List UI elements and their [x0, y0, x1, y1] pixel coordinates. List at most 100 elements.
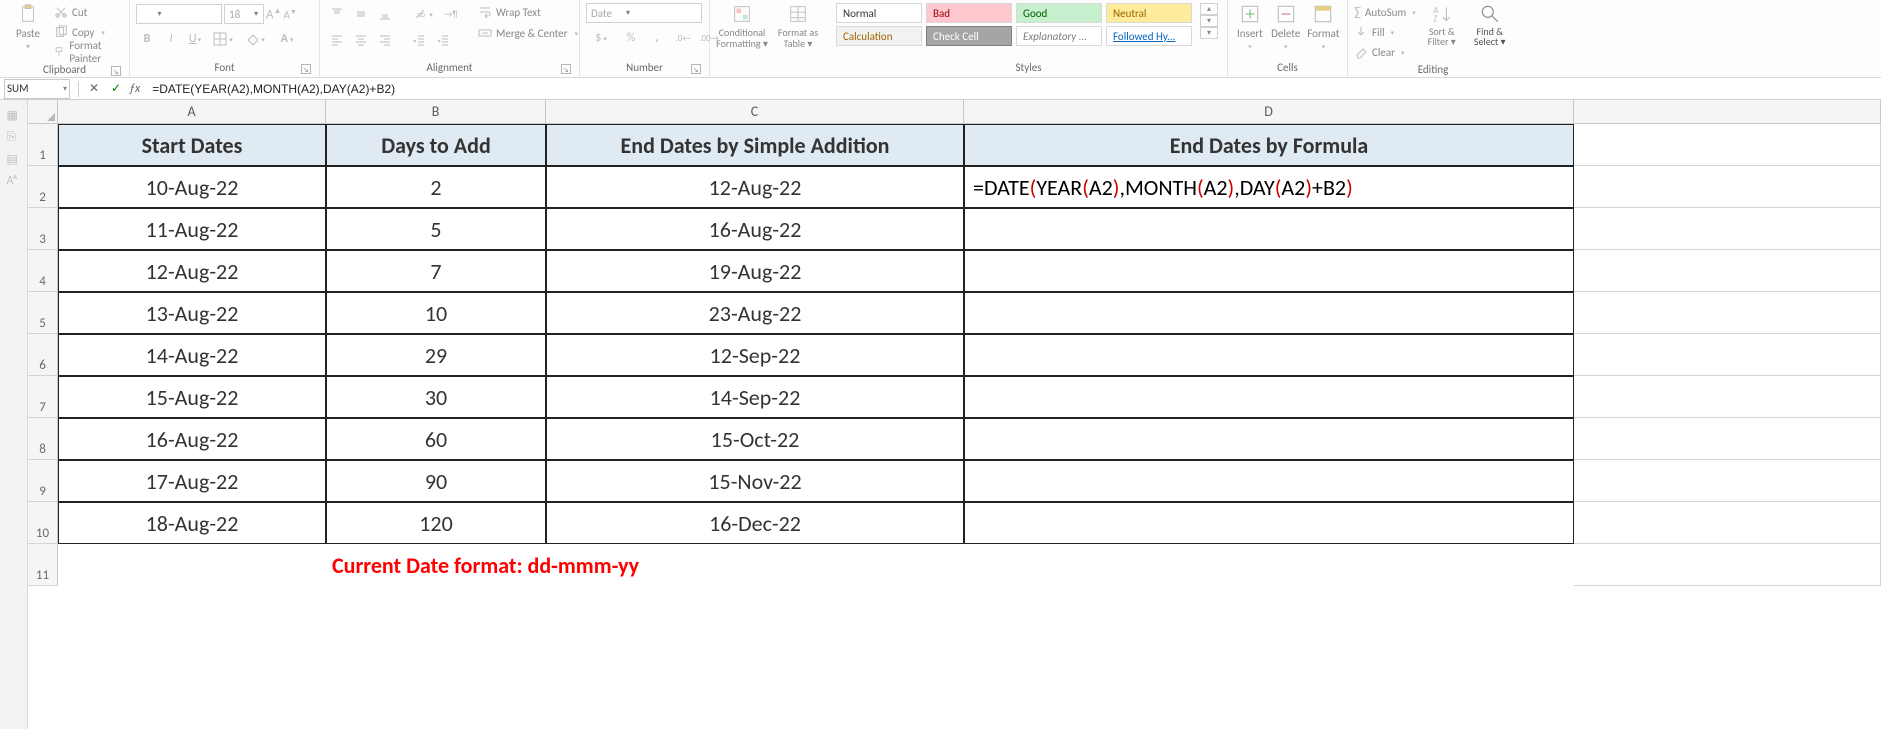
number-dialog-launcher[interactable] [691, 64, 701, 74]
style-bad[interactable]: Bad [926, 3, 1012, 23]
align-center-button[interactable] [350, 29, 372, 51]
col-header-A[interactable]: A [58, 100, 326, 123]
row-header[interactable]: 2 [28, 166, 58, 208]
accounting-button[interactable]: $ [586, 27, 616, 49]
cell-D3[interactable] [964, 208, 1574, 250]
cell-C5[interactable]: 23-Aug-22 [546, 292, 964, 334]
col-header-D[interactable]: D [964, 100, 1574, 123]
cell-D8[interactable] [964, 418, 1574, 460]
row-header[interactable]: 7 [28, 376, 58, 418]
cell-D10[interactable] [964, 502, 1574, 544]
style-good[interactable]: Good [1016, 3, 1102, 23]
align-middle-button[interactable] [350, 3, 372, 25]
cell-rest[interactable] [1574, 334, 1881, 376]
cell-rest[interactable] [1574, 292, 1881, 334]
cell-A6[interactable]: 14-Aug-22 [58, 334, 326, 376]
cell-rest[interactable] [1574, 208, 1881, 250]
autosum-button[interactable]: ∑AutoSum▾ [1354, 3, 1416, 21]
cell-rest[interactable] [1574, 124, 1881, 166]
col-header-rest[interactable] [1574, 100, 1881, 123]
font-dialog-launcher[interactable] [301, 64, 311, 74]
fill-button[interactable]: Fill▾ [1354, 23, 1416, 41]
cell-rest[interactable] [1574, 502, 1881, 544]
fill-color-button[interactable] [240, 28, 270, 50]
font-size-combo[interactable]: 18 [224, 4, 264, 24]
format-as-table-button[interactable]: Format asTable ▾ [772, 3, 824, 49]
cell-D9[interactable] [964, 460, 1574, 502]
bold-button[interactable]: B [136, 28, 158, 50]
merge-center-button[interactable]: Merge & Center▾ [478, 24, 588, 42]
cancel-formula-button[interactable]: ✕ [83, 79, 105, 99]
cell-B8[interactable]: 60 [326, 418, 546, 460]
cell-rest[interactable] [1574, 166, 1881, 208]
find-select-button[interactable]: Find &Select ▾ [1468, 3, 1512, 47]
style-check-cell[interactable]: Check Cell [926, 26, 1012, 46]
row-header[interactable]: 6 [28, 334, 58, 376]
cell-C9[interactable]: 15-Nov-22 [546, 460, 964, 502]
cell-A1[interactable]: Start Dates [58, 124, 326, 166]
cell-D2[interactable]: =DATE(YEAR(A2),MONTH(A2),DAY(A2)+B2) [964, 166, 1574, 208]
underline-button[interactable]: U▾ [184, 28, 206, 50]
enter-formula-button[interactable]: ✓ [105, 79, 127, 99]
clipboard-dialog-launcher[interactable] [111, 66, 121, 76]
formula-input[interactable] [146, 82, 1881, 96]
cell-D5[interactable] [964, 292, 1574, 334]
cell-rest[interactable] [1574, 376, 1881, 418]
cell-C7[interactable]: 14-Sep-22 [546, 376, 964, 418]
cell-B9[interactable]: 90 [326, 460, 546, 502]
cell-A5[interactable]: 13-Aug-22 [58, 292, 326, 334]
cell-D6[interactable] [964, 334, 1574, 376]
format-cells-button[interactable]: Format▾ [1306, 3, 1341, 51]
row-header[interactable]: 10 [28, 502, 58, 544]
cell-A11[interactable] [58, 544, 326, 586]
delete-cells-button[interactable]: Delete▾ [1270, 3, 1302, 51]
orientation-button[interactable]: ab [408, 3, 438, 25]
align-right-button[interactable] [374, 29, 396, 51]
select-all-corner[interactable] [28, 100, 58, 123]
font-name-combo[interactable] [136, 4, 222, 24]
sort-filter-button[interactable]: AZ Sort &Filter ▾ [1420, 3, 1464, 47]
font-color-button[interactable]: A [272, 28, 302, 50]
row-header[interactable]: 1 [28, 124, 58, 166]
cell-A4[interactable]: 12-Aug-22 [58, 250, 326, 292]
increase-decimal-button[interactable]: .0← [672, 27, 694, 49]
cell-A10[interactable]: 18-Aug-22 [58, 502, 326, 544]
cell-A9[interactable]: 17-Aug-22 [58, 460, 326, 502]
cell-rest[interactable] [1574, 460, 1881, 502]
paste-button[interactable]: Paste ▾ [6, 3, 50, 52]
cell-A8[interactable]: 16-Aug-22 [58, 418, 326, 460]
cell-C8[interactable]: 15-Oct-22 [546, 418, 964, 460]
cell-D1[interactable]: End Dates by Formula [964, 124, 1574, 166]
name-box[interactable]: SUM [4, 79, 70, 99]
col-header-C[interactable]: C [546, 100, 964, 123]
alignment-dialog-launcher[interactable] [561, 64, 571, 74]
cell-D4[interactable] [964, 250, 1574, 292]
cell-B3[interactable]: 5 [326, 208, 546, 250]
row-header[interactable]: 9 [28, 460, 58, 502]
cell-B5[interactable]: 10 [326, 292, 546, 334]
cell-C4[interactable]: 19-Aug-22 [546, 250, 964, 292]
align-left-button[interactable] [326, 29, 348, 51]
decrease-indent-button[interactable] [408, 29, 430, 51]
cell-D7[interactable] [964, 376, 1574, 418]
cell-B4[interactable]: 7 [326, 250, 546, 292]
row-header[interactable]: 4 [28, 250, 58, 292]
styles-scroll[interactable]: ▴▾▾ [1200, 3, 1218, 39]
row-header[interactable]: 8 [28, 418, 58, 460]
cell-B7[interactable]: 30 [326, 376, 546, 418]
cell-C3[interactable]: 16-Aug-22 [546, 208, 964, 250]
cell-C1[interactable]: End Dates by Simple Addition [546, 124, 964, 166]
cell-rest[interactable] [1574, 544, 1881, 586]
style-explanatory[interactable]: Explanatory ... [1016, 26, 1102, 46]
increase-indent-button[interactable] [432, 29, 454, 51]
cell-B10[interactable]: 120 [326, 502, 546, 544]
format-painter-button[interactable]: Format Painter [54, 43, 123, 61]
cell-C10[interactable]: 16-Dec-22 [546, 502, 964, 544]
footer-message[interactable]: Current Date format: dd-mmm-yy [326, 544, 1574, 586]
row-header[interactable]: 3 [28, 208, 58, 250]
italic-button[interactable]: I [160, 28, 182, 50]
col-header-B[interactable]: B [326, 100, 546, 123]
cell-B1[interactable]: Days to Add [326, 124, 546, 166]
row-header[interactable]: 11 [28, 544, 58, 586]
cell-A3[interactable]: 11-Aug-22 [58, 208, 326, 250]
